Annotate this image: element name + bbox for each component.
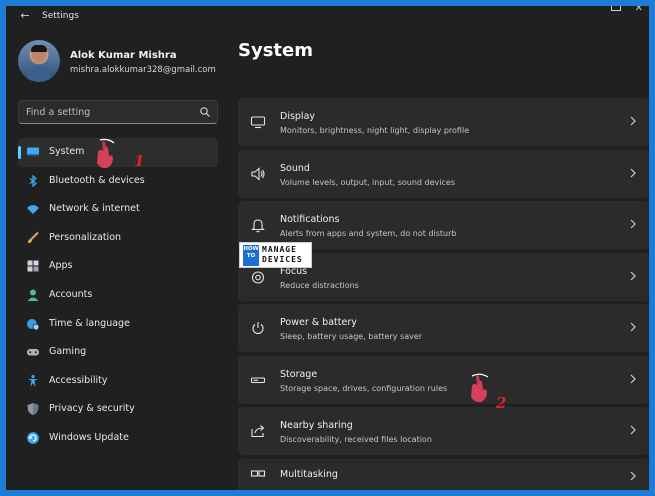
gamepad-icon	[27, 349, 39, 356]
focus-icon	[251, 270, 265, 284]
display-icon	[250, 116, 266, 129]
sidebar-item-windows-update[interactable]: Windows Update	[18, 424, 218, 453]
sidebar-nav: System Bluetooth & devices Network & int…	[18, 138, 218, 453]
chevron-right-icon	[630, 116, 636, 126]
user-email: mishra.alokkumar328@gmail.com	[70, 65, 216, 75]
card-title: Storage	[280, 368, 318, 380]
pointer-hand-icon	[471, 373, 489, 403]
chevron-right-icon	[630, 374, 636, 383]
person-icon	[27, 289, 39, 301]
sidebar-item-label: System	[49, 146, 85, 157]
brush-icon	[28, 231, 39, 243]
watermark-logo: HOW TO MANAGE DEVICES	[239, 242, 312, 268]
avatar	[18, 40, 60, 82]
card-storage[interactable]: Storage Storage space, drives, configura…	[238, 355, 649, 404]
card-subtitle: Storage space, drives, configuration rul…	[280, 383, 448, 393]
accessibility-icon	[28, 374, 38, 387]
multitasking-icon	[250, 469, 266, 477]
card-sound[interactable]: Sound Volume levels, output, input, soun…	[238, 149, 649, 198]
sidebar-item-label: Privacy & security	[49, 403, 135, 415]
sidebar-item-accounts[interactable]: Accounts	[18, 281, 218, 310]
sidebar-item-label: Windows Update	[49, 431, 129, 443]
shield-icon	[27, 403, 39, 416]
globe-clock-icon	[27, 318, 40, 330]
back-button[interactable]: ←	[18, 9, 32, 23]
card-multitasking[interactable]: Multitasking	[238, 458, 649, 490]
settings-window: ← Settings ✕ Alok Kumar Mishra mishra.al…	[6, 6, 649, 490]
sidebar-item-label: Bluetooth & devices	[49, 174, 145, 186]
maximize-button[interactable]	[611, 6, 621, 11]
card-power-battery[interactable]: Power & battery Sleep, battery usage, ba…	[238, 304, 649, 352]
step-number-1: 1	[134, 152, 145, 170]
sidebar-item-privacy[interactable]: Privacy & security	[18, 395, 218, 424]
bell-icon	[251, 219, 265, 233]
sidebar-item-label: Network & internet	[49, 203, 140, 215]
sidebar-item-personalization[interactable]: Personalization	[18, 224, 218, 253]
sidebar-item-network[interactable]: Network & internet	[18, 195, 218, 224]
settings-list: Display Monitors, brightness, night ligh…	[238, 98, 649, 490]
page-title: System	[238, 40, 313, 61]
card-title: Sound	[280, 162, 310, 174]
chevron-right-icon	[630, 322, 636, 332]
sidebar-item-apps[interactable]: Apps	[18, 252, 218, 281]
sidebar-item-label: Apps	[49, 260, 73, 272]
monitor-icon	[27, 147, 39, 156]
user-name: Alok Kumar Mishra	[70, 50, 177, 61]
close-button[interactable]: ✕	[635, 6, 643, 14]
chevron-right-icon	[630, 219, 636, 229]
card-subtitle: Sleep, battery usage, battery saver	[280, 332, 423, 341]
chevron-right-icon	[630, 425, 636, 435]
card-subtitle: Volume levels, output, input, sound devi…	[280, 177, 455, 187]
chevron-right-icon	[630, 471, 636, 480]
card-title: Power & battery	[280, 317, 357, 328]
sidebar-item-label: Time & language	[49, 317, 130, 329]
update-icon	[27, 432, 39, 444]
power-icon	[252, 322, 264, 335]
sidebar-item-bluetooth[interactable]: Bluetooth & devices	[18, 167, 218, 196]
title-bar: ← Settings ✕	[6, 6, 649, 26]
sidebar-item-label: Accessibility	[49, 374, 108, 386]
watermark-how: HOW TO	[243, 245, 259, 266]
watermark-line1: MANAGE	[262, 245, 297, 254]
sidebar-item-label: Personalization	[49, 231, 122, 243]
bluetooth-icon	[29, 174, 38, 187]
sidebar-item-accessibility[interactable]: Accessibility	[18, 367, 218, 396]
watermark-text: MANAGE DEVICES	[262, 245, 303, 265]
search-icon[interactable]	[199, 106, 211, 118]
step-number-2: 2	[496, 394, 507, 412]
card-subtitle: Discoverability, received files location	[280, 435, 432, 444]
card-display[interactable]: Display Monitors, brightness, night ligh…	[238, 98, 649, 146]
storage-icon	[250, 376, 266, 383]
card-title: Notifications	[280, 214, 340, 225]
card-title: Nearby sharing	[280, 420, 353, 431]
card-nearby-sharing[interactable]: Nearby sharing Discoverability, received…	[238, 407, 649, 455]
sidebar-item-label: Gaming	[49, 346, 87, 358]
card-subtitle: Reduce distractions	[280, 280, 359, 290]
apps-icon	[27, 260, 39, 272]
card-subtitle: Alerts from apps and system, do not dist…	[280, 229, 457, 238]
pointer-hand-icon	[97, 138, 115, 169]
card-title: Multitasking	[280, 468, 338, 480]
app-title: Settings	[42, 11, 79, 21]
chevron-right-icon	[630, 168, 636, 177]
watermark-line2: DEVICES	[262, 255, 303, 264]
speaker-icon	[251, 166, 265, 181]
wifi-icon	[27, 205, 39, 215]
share-icon	[251, 425, 265, 438]
search-input[interactable]	[26, 105, 196, 119]
sidebar-item-time-language[interactable]: Time & language	[18, 310, 218, 339]
sidebar-item-label: Accounts	[49, 288, 93, 300]
search-box[interactable]	[18, 100, 218, 124]
card-title: Display	[280, 111, 316, 122]
sidebar-item-gaming[interactable]: Gaming	[18, 338, 218, 367]
chevron-right-icon	[630, 271, 636, 280]
card-subtitle: Monitors, brightness, night light, displ…	[280, 126, 470, 135]
